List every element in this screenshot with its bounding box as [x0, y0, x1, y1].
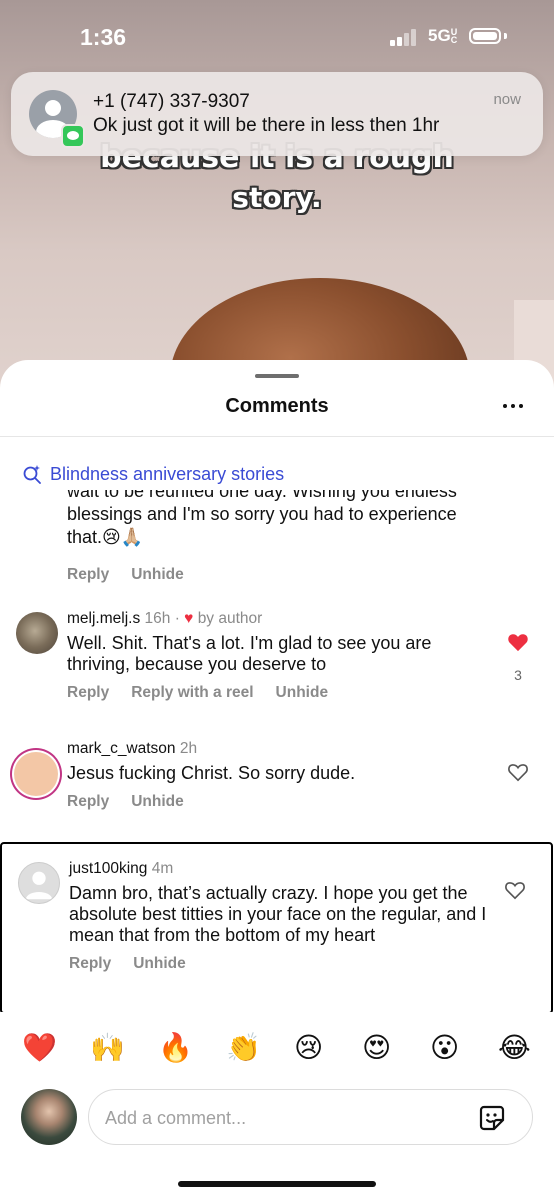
video-caption-line-2: story. [232, 181, 322, 214]
unhide-button[interactable]: Unhide [133, 955, 186, 973]
sheet-title: Comments [225, 395, 329, 417]
cellular-signal-icon [390, 28, 420, 46]
comment-actions: Reply Reply with a reel Unhide [67, 684, 487, 702]
like-button[interactable] [503, 880, 527, 905]
author-like-label: by author [197, 610, 263, 627]
comment-time: 4m [151, 860, 174, 877]
heart-outline-icon [505, 882, 525, 900]
network-type: 5GUC [428, 26, 458, 45]
comment-input-container[interactable] [88, 1089, 533, 1145]
heart-outline-icon [508, 764, 528, 782]
sticker-icon[interactable] [478, 1104, 506, 1132]
like-button[interactable] [506, 762, 530, 787]
comment-actions: Reply Unhide [69, 955, 489, 973]
more-options-button[interactable] [498, 396, 528, 416]
avatar[interactable] [18, 862, 60, 904]
comment-text: Well. Shit. That's a lot. I'm glad to se… [67, 633, 432, 674]
reply-button[interactable]: Reply [67, 793, 109, 811]
emoji-laughing[interactable]: 😂 [498, 1028, 531, 1068]
emoji-clap[interactable]: 👏 [226, 1028, 261, 1068]
related-search-link[interactable]: Blindness anniversary stories [22, 462, 284, 486]
unhide-button[interactable]: Unhide [276, 684, 329, 702]
comment-header: melj.melj.s 16h · ♥ by author [67, 610, 263, 627]
emoji-heart[interactable]: ❤️ [22, 1028, 57, 1068]
unhide-button[interactable]: Unhide [131, 793, 184, 811]
comment-username[interactable]: just100king [69, 860, 147, 877]
heart-icon: ♥ [184, 610, 194, 627]
comment-text: Jesus fucking Christ. So sorry dude. [67, 763, 356, 783]
battery-tip-icon [504, 33, 507, 39]
reply-button[interactable]: Reply [67, 684, 109, 702]
avatar[interactable] [14, 752, 58, 796]
comment-input[interactable] [103, 1104, 467, 1132]
notification-message: Ok just got it will be there in less the… [93, 115, 440, 136]
home-indicator[interactable] [178, 1181, 376, 1187]
status-time: 1:36 [80, 24, 127, 50]
heart-filled-icon [508, 634, 528, 652]
comment-header: mark_c_watson 2h [67, 740, 487, 758]
comments-sheet: Comments Blindness anniversary stories w… [0, 360, 554, 1200]
emoji-fire[interactable]: 🔥 [158, 1028, 193, 1068]
emoji-quick-bar: ❤️ 🙌 🔥 👏 😢 😍 😮 😂 [0, 1028, 554, 1068]
reply-with-reel-button[interactable]: Reply with a reel [131, 684, 253, 702]
related-search-label: Blindness anniversary stories [50, 463, 285, 484]
header-divider [0, 436, 554, 437]
comment-text: Damn bro, that’s actually crazy. I hope … [69, 883, 487, 945]
reply-button[interactable]: Reply [67, 566, 109, 584]
comment-text-line: blessings and I'm so sorry you had to ex… [67, 504, 457, 524]
comment-header: just100king 4m [69, 860, 489, 878]
comment-partial: wait to be reunited one day. Wishing you… [67, 490, 487, 583]
avatar[interactable] [16, 612, 58, 654]
comment-actions: Reply Unhide [67, 793, 487, 811]
comment-actions: Reply Unhide [67, 566, 184, 584]
emoji-heart-eyes[interactable]: 😍 [362, 1028, 391, 1068]
battery-icon [469, 28, 501, 44]
emoji-crying[interactable]: 😢 [294, 1028, 323, 1068]
comment-username[interactable]: melj.melj.s [67, 610, 140, 627]
comment-username[interactable]: mark_c_watson [67, 740, 176, 757]
comment-text-line: wait to be reunited one day. Wishing you… [67, 490, 457, 501]
comment-text-line: that.😢🙏🏼 [67, 527, 144, 547]
like-count: 3 [514, 667, 522, 683]
emoji-raised-hands[interactable]: 🙌 [90, 1028, 125, 1068]
sheet-grabber[interactable] [255, 374, 299, 378]
comment-item-highlighted: just100king 4m Damn bro, that’s actually… [0, 842, 553, 1012]
status-bar: 1:36 5GUC [0, 0, 554, 70]
notification-time: now [493, 91, 521, 108]
comments-list[interactable]: wait to be reunited one day. Wishing you… [0, 490, 554, 1012]
sparkle-search-icon [23, 465, 41, 484]
emoji-surprised[interactable]: 😮 [430, 1028, 459, 1068]
messages-app-icon [61, 124, 85, 148]
comment-time: 2h [179, 740, 198, 757]
default-avatar-icon [25, 871, 53, 900]
reply-button[interactable]: Reply [69, 955, 111, 973]
comment-time: 16h [144, 610, 171, 627]
message-notification[interactable]: +1 (747) 337-9307 Ok just got it will be… [11, 72, 543, 156]
unhide-button[interactable]: Unhide [131, 566, 184, 584]
my-avatar [21, 1089, 77, 1145]
notification-title: +1 (747) 337-9307 [93, 91, 250, 112]
like-button[interactable]: 3 [506, 632, 530, 683]
